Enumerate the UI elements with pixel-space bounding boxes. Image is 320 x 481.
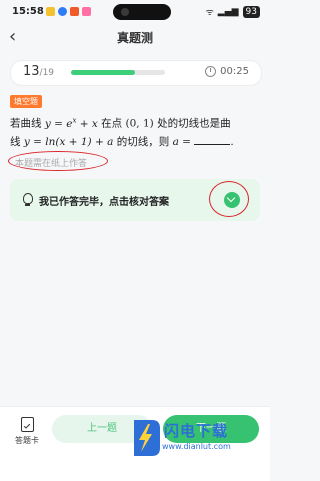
header: ‹ 真题测 [0, 24, 270, 52]
answer-sheet-label: 答题卡 [15, 436, 39, 445]
question-counter: 13/19 [23, 64, 54, 79]
question-type-tag: 填空题 [10, 95, 42, 108]
answer-sheet-button[interactable]: 答题卡 [9, 417, 45, 446]
math-point: (0, 1) [125, 117, 154, 130]
app-notification-icon [46, 7, 55, 16]
timer: 00:25 [205, 66, 249, 77]
battery-indicator: 93 [242, 5, 260, 18]
app-notification-icon [70, 7, 79, 16]
math-expression: y = ln(x + 1) + a [23, 135, 114, 148]
camera-island [113, 4, 171, 20]
total-questions: /19 [39, 68, 55, 78]
signal-icon: ▂▄▆ [217, 6, 239, 17]
progress-card: 13/19 00:25 [10, 60, 262, 86]
math-expression: y = ex + x [44, 116, 98, 130]
question-text-part: = [178, 135, 195, 148]
app-notification-icon [82, 7, 91, 16]
question-text-part: 处的切线也是曲 [153, 117, 231, 130]
annotation-circle [209, 181, 249, 217]
wifi-icon: ᯤ [205, 8, 214, 18]
lightbulb-icon [23, 193, 33, 206]
progress-fill [71, 70, 135, 75]
question-text: 若曲线 y = ex + x 在点 (0, 1) 处的切线也是曲 线 y = l… [10, 111, 262, 151]
question-text-part: . [230, 135, 234, 148]
answer-sheet-icon [20, 417, 34, 432]
watermark-logo-icon [134, 420, 160, 456]
camera-icon [121, 8, 129, 16]
check-answer-text: 我已作答完毕，点击核对答案 [39, 197, 169, 208]
question-text-part: 线 [10, 135, 24, 148]
question-text-part: 若曲线 [10, 117, 45, 130]
watermark-title: 闪电下载 [164, 422, 229, 440]
question-text-part: 的切线，则 [113, 135, 173, 148]
math-part: y = e [44, 117, 73, 130]
status-bar: 15:58 ᯤ ▂▄▆ 93 [0, 0, 270, 24]
answer-blank [194, 134, 231, 145]
page-title: 真题测 [116, 31, 153, 45]
annotation-circle [8, 151, 108, 171]
question-text-part: 在点 [97, 117, 126, 130]
progress-bar [71, 70, 165, 75]
watermark: 闪电下载 www.dianlut.com [128, 418, 268, 462]
notification-icons [46, 7, 91, 16]
status-right: ᯤ ▂▄▆ 93 [206, 5, 260, 18]
current-question-number: 13 [23, 64, 40, 79]
clock-icon [205, 66, 217, 77]
watermark-url: www.dianlut.com [162, 442, 231, 451]
math-part: + x [76, 117, 98, 130]
status-time: 15:58 [12, 6, 44, 17]
app-notification-icon [58, 7, 67, 16]
timer-value: 00:25 [220, 66, 249, 77]
